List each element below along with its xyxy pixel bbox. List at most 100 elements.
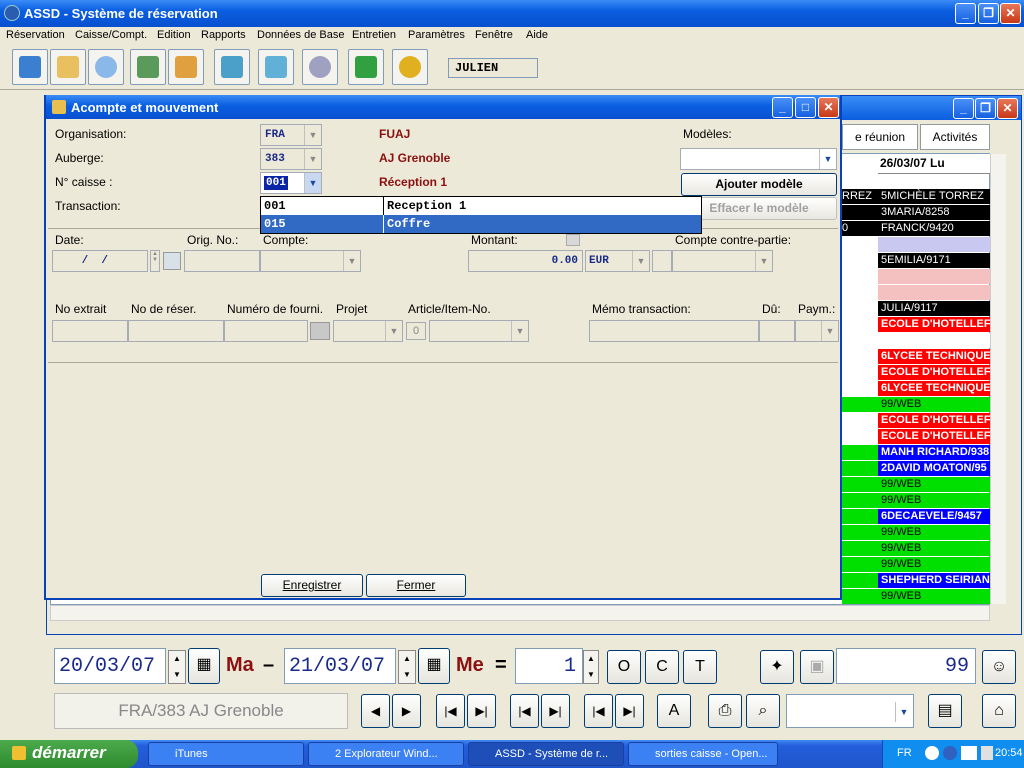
task-assd[interactable]: ASSD - Système de r...	[468, 742, 624, 766]
a-button[interactable]: A	[657, 694, 691, 728]
c-button[interactable]: C	[645, 650, 679, 684]
o-button[interactable]: O	[607, 650, 641, 684]
planning-cell[interactable]	[878, 285, 990, 300]
projet-select[interactable]: ▼	[333, 320, 403, 342]
menu-reservation[interactable]: Réservation	[6, 29, 65, 41]
planning-cell[interactable]: ECOLE D'HOTELLEF	[878, 317, 990, 332]
nav-next-year-button[interactable]: ▶|	[615, 694, 644, 728]
dialog-maximize-button[interactable]: □	[795, 97, 816, 118]
planning-cell[interactable]: 99/WEB	[878, 397, 990, 412]
planning-cell[interactable]: JULIA/9117	[878, 301, 990, 316]
minimize-button[interactable]: _	[955, 3, 976, 24]
task-openoffice[interactable]: sorties caisse - Open...	[628, 742, 778, 766]
nights-spinner[interactable]: ▲ ▼	[583, 650, 599, 684]
exit-door-icon[interactable]: ⌂	[982, 694, 1016, 728]
planning-cell-left[interactable]	[842, 429, 878, 444]
no-reser-field[interactable]	[128, 320, 224, 342]
tab-activites[interactable]: Activités	[920, 124, 990, 150]
cash-register-icon[interactable]	[214, 49, 250, 85]
du-field[interactable]	[759, 320, 795, 342]
planning-cell[interactable]: SHEPHERD SEIRIAN	[878, 573, 990, 588]
windows-icon[interactable]	[12, 49, 48, 85]
planning-cell-left[interactable]: RREZ	[842, 189, 878, 204]
task-itunes[interactable]: iTunes	[148, 742, 304, 766]
planning-cell-left[interactable]	[842, 301, 878, 316]
fermer-button[interactable]: Fermer	[366, 574, 466, 597]
menu-rapports[interactable]: Rapports	[201, 29, 246, 41]
planning-cell-left[interactable]	[842, 557, 878, 572]
compte-select[interactable]: ▼	[260, 250, 361, 272]
menu-donnees[interactable]: Données de Base	[257, 29, 344, 41]
tray-network-icon[interactable]	[943, 746, 957, 760]
printer-icon[interactable]: ⎙	[708, 694, 742, 728]
tab-reunion[interactable]: e réunion	[842, 124, 918, 150]
planning-cell[interactable]: 6LYCEE TECHNIQUE	[878, 381, 990, 396]
planning-cell[interactable]: ECOLE D'HOTELLEF	[878, 413, 990, 428]
ajouter-modele-button[interactable]: Ajouter modèle	[681, 173, 837, 196]
calendar-icon[interactable]	[50, 49, 86, 85]
planning-cell-left[interactable]	[842, 317, 878, 332]
calculator-icon[interactable]	[566, 234, 580, 246]
nav-next-button[interactable]: ▶	[392, 694, 421, 728]
tray-app-icon[interactable]	[961, 746, 977, 760]
planning-cell-left[interactable]	[842, 525, 878, 540]
menu-edition[interactable]: Edition	[157, 29, 191, 41]
planning-cell-left[interactable]	[842, 237, 878, 252]
paym-select[interactable]: ▼	[795, 320, 839, 342]
planning-cell-left[interactable]	[842, 269, 878, 284]
task-explorer[interactable]: 2 Explorateur Wind...	[308, 742, 464, 766]
memo-field[interactable]	[589, 320, 759, 342]
planning-cell[interactable]	[878, 237, 990, 252]
planning-cell-left[interactable]	[842, 445, 878, 460]
planning-cell-left[interactable]	[842, 477, 878, 492]
date-from-field[interactable]: 20/03/07	[54, 648, 166, 684]
print-preview-icon[interactable]: ⌕	[746, 694, 780, 728]
no-extrait-field[interactable]	[52, 320, 128, 342]
planning-close-button[interactable]: ✕	[997, 98, 1018, 119]
horizontal-scrollbar[interactable]	[50, 605, 990, 621]
safe-icon[interactable]	[258, 49, 294, 85]
menu-caisse[interactable]: Caisse/Compt.	[75, 29, 147, 41]
calendar-picker-icon[interactable]	[163, 252, 181, 270]
nav-prev-button[interactable]: ◀	[361, 694, 390, 728]
planning-maximize-button[interactable]: ❐	[975, 98, 996, 119]
planning-cell-left[interactable]	[842, 589, 878, 604]
nav-next-month-button[interactable]: ▶|	[541, 694, 570, 728]
nav-first-week-button[interactable]: |◀	[436, 694, 465, 728]
lookup-icon[interactable]	[310, 322, 330, 340]
help-book-icon[interactable]	[348, 49, 384, 85]
planning-cell[interactable]: ECOLE D'HOTELLEF	[878, 429, 990, 444]
key-icon[interactable]	[392, 49, 428, 85]
planning-minimize-button[interactable]: _	[953, 98, 974, 119]
people-icon[interactable]: ☺	[982, 650, 1016, 684]
tray-volume-icon[interactable]	[981, 746, 993, 760]
num-fourni-field[interactable]	[224, 320, 308, 342]
planning-cell[interactable]: 6DECAEVELE/9457	[878, 509, 990, 524]
planning-cell[interactable]: 5MICHÈLE TORREZ	[878, 189, 990, 204]
menu-entretien[interactable]: Entretien	[352, 29, 396, 41]
planning-cell[interactable]: FRANCK/9420	[878, 221, 990, 236]
planning-cell-left[interactable]	[842, 333, 878, 348]
planning-cell[interactable]: MANH RICHARD/938	[878, 445, 990, 460]
planning-cell[interactable]: 5EMILIA/9171	[878, 253, 990, 268]
montant-field[interactable]: 0.00	[468, 250, 583, 272]
planning-cell-left[interactable]	[842, 349, 878, 364]
planning-cell[interactable]: ECOLE D'HOTELLEF	[878, 365, 990, 380]
building-small-icon[interactable]: ▤	[928, 694, 962, 728]
t-button[interactable]: T	[683, 650, 717, 684]
caisse-select[interactable]: 001 ▼	[260, 172, 322, 194]
nav-last-week-button[interactable]: ▶|	[467, 694, 496, 728]
planning-cell-left[interactable]: 0	[842, 221, 878, 236]
enregistrer-button[interactable]: Enregistrer	[261, 574, 363, 597]
date-to-field[interactable]: 21/03/07	[284, 648, 396, 684]
calendar-from-icon[interactable]: ▦	[188, 648, 220, 684]
planning-cell[interactable]: 99/WEB	[878, 541, 990, 556]
menu-parametres[interactable]: Paramètres	[408, 29, 465, 41]
planning-cell-left[interactable]	[842, 461, 878, 476]
planning-cell-left[interactable]	[842, 573, 878, 588]
magic-wand-icon[interactable]: ✦	[760, 650, 794, 684]
planning-cell-left[interactable]	[842, 205, 878, 220]
planning-cell-left[interactable]	[842, 509, 878, 524]
planning-cell[interactable]: 99/WEB	[878, 493, 990, 508]
currency-select[interactable]: EUR ▼	[585, 250, 650, 272]
